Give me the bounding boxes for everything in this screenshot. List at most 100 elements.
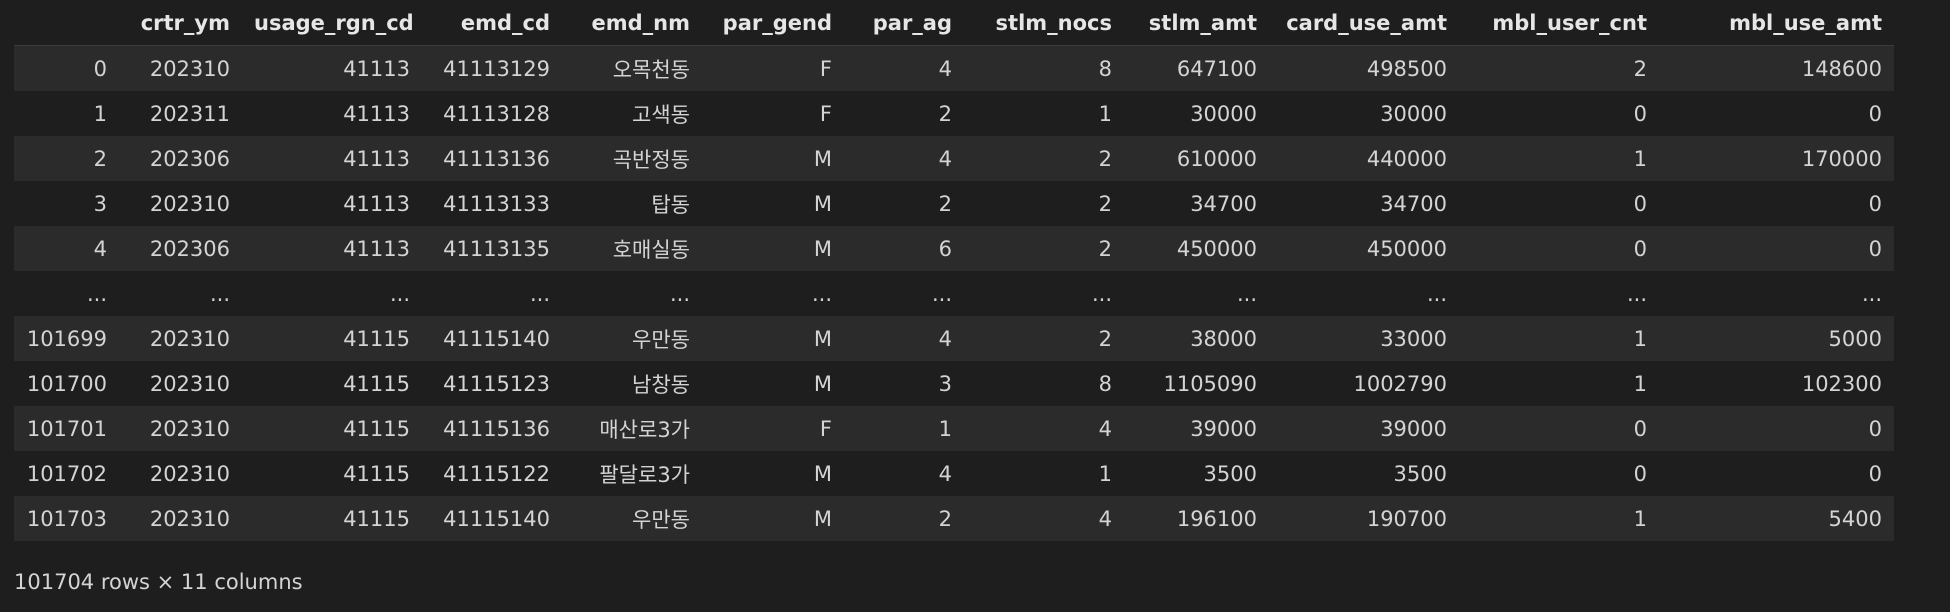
table-cell: ... — [811, 281, 832, 306]
table-cell: ... — [1626, 281, 1647, 306]
table-cell: 0 — [1868, 416, 1882, 441]
table-cell: M — [813, 191, 832, 216]
table-cell: 1105090 — [1163, 371, 1257, 396]
table-cell: 2 — [1098, 326, 1112, 351]
table-cell: ... — [1091, 281, 1112, 306]
table-cell: 41113 — [343, 236, 410, 261]
table-cell: 0 — [1633, 191, 1647, 216]
table-cell: 41113 — [343, 101, 410, 126]
table-cell: 0 — [1633, 236, 1647, 261]
table-cell: 39000 — [1190, 416, 1257, 441]
table-cell: 호매실동 — [612, 237, 690, 262]
column-header: usage_rgn_cd — [242, 0, 422, 46]
table-cell: 41115123 — [443, 371, 550, 396]
table-cell: 41113133 — [443, 191, 550, 216]
column-header: emd_nm — [562, 0, 702, 46]
table-cell: 41113 — [343, 146, 410, 171]
table-cell: 34700 — [1380, 191, 1447, 216]
row-index: 0 — [93, 56, 107, 81]
table-cell: 0 — [1633, 101, 1647, 126]
table-row: 101699 202310 41115 41115140 우만동 M 4 2 38000 3300… — [14, 316, 1894, 361]
table-row: 101700 202310 41115 41115123 남창동 M 3 8 1105090 10… — [14, 361, 1894, 406]
table-row: .................................... — [14, 271, 1894, 316]
table-cell: 곡반정동 — [612, 147, 690, 172]
table-cell: 41115140 — [443, 326, 550, 351]
table-cell: 41115 — [343, 371, 410, 396]
table-cell: ... — [389, 281, 410, 306]
table-row: 101703 202310 41115 41115140 우만동 M 2 4 196100 190… — [14, 496, 1894, 541]
table-cell: ... — [669, 281, 690, 306]
table-cell: 0 — [1868, 191, 1882, 216]
header-row: crtr_ym usage_rgn_cd emd_cd emd_nm par_g… — [14, 0, 1894, 46]
table-cell: 33000 — [1380, 326, 1447, 351]
table-cell: ... — [209, 281, 230, 306]
column-header: mbl_user_cnt — [1459, 0, 1659, 46]
table-cell: 30000 — [1190, 101, 1257, 126]
table-cell: 6 — [938, 236, 952, 261]
table-cell: 450000 — [1176, 236, 1257, 261]
table-cell: 440000 — [1366, 146, 1447, 171]
table-cell: 41113135 — [443, 236, 550, 261]
table-cell: 190700 — [1366, 506, 1447, 531]
table-cell: 4 — [938, 146, 952, 171]
table-cell: 202310 — [149, 461, 230, 486]
table-cell: 1002790 — [1353, 371, 1447, 396]
table-cell: 202310 — [149, 506, 230, 531]
table-cell: 8 — [1098, 371, 1112, 396]
table-cell: F — [819, 56, 832, 81]
table-cell: 41113136 — [443, 146, 550, 171]
table-cell: ... — [1236, 281, 1257, 306]
table-cell: 2 — [1633, 56, 1647, 81]
table-cell: F — [819, 416, 832, 441]
table-cell: ... — [1861, 281, 1882, 306]
row-index: 2 — [93, 146, 107, 171]
table-cell: ... — [529, 281, 550, 306]
table-cell: 5400 — [1828, 506, 1882, 531]
table-cell: 148600 — [1801, 56, 1882, 81]
table-cell: M — [813, 461, 832, 486]
table-cell: 202306 — [149, 146, 230, 171]
table-cell: 매산로3가 — [599, 417, 690, 442]
table-cell: 1 — [1633, 146, 1647, 171]
table-cell: F — [819, 101, 832, 126]
table-cell: 2 — [1098, 236, 1112, 261]
column-header: stlm_amt — [1124, 0, 1269, 46]
table-row: 1 202311 41113 41113128 고색동 F 2 1 30000 30000 0 0 — [14, 91, 1894, 136]
table-cell: 1 — [1633, 371, 1647, 396]
table-cell: M — [813, 506, 832, 531]
table-row: 0 202310 41113 41113129 오목천동 F 4 8 647100 498500 2… — [14, 45, 1894, 91]
table-cell: 498500 — [1366, 56, 1447, 81]
table-cell: 41115 — [343, 326, 410, 351]
row-index: 101702 — [26, 461, 107, 486]
table-cell: 0 — [1633, 461, 1647, 486]
table-cell: 202306 — [149, 236, 230, 261]
column-header: par_ag — [844, 0, 964, 46]
table-cell: 202310 — [149, 326, 230, 351]
dataframe-table: crtr_ym usage_rgn_cd emd_cd emd_nm par_g… — [14, 0, 1894, 541]
table-cell: 2 — [1098, 191, 1112, 216]
table-cell: 39000 — [1380, 416, 1447, 441]
table-row: 3 202310 41113 41113133 탑동 M 2 2 34700 34700 0 0 — [14, 181, 1894, 226]
table-cell: 102300 — [1801, 371, 1882, 396]
table-cell: 3500 — [1393, 461, 1447, 486]
table-cell: M — [813, 371, 832, 396]
table-cell: 2 — [938, 506, 952, 531]
table-cell: 41115140 — [443, 506, 550, 531]
table-cell: 우만동 — [632, 507, 690, 532]
row-index: 101699 — [26, 326, 107, 351]
table-cell: 41115136 — [443, 416, 550, 441]
table-cell: 41115 — [343, 416, 410, 441]
table-cell: 41115 — [343, 461, 410, 486]
index-header — [14, 0, 119, 46]
column-header: stlm_nocs — [964, 0, 1124, 46]
table-cell: 팔달로3가 — [599, 462, 690, 487]
table-cell: 4 — [938, 461, 952, 486]
row-index: 3 — [93, 191, 107, 216]
table-cell: 2 — [938, 191, 952, 216]
table-row: 101701 202310 41115 41115136 매산로3가 F 1 4 39000 39… — [14, 406, 1894, 451]
row-index: 101701 — [26, 416, 107, 441]
column-header: crtr_ym — [119, 0, 242, 46]
table-cell: 0 — [1868, 461, 1882, 486]
table-cell: 41113 — [343, 191, 410, 216]
table-cell: 8 — [1098, 56, 1112, 81]
